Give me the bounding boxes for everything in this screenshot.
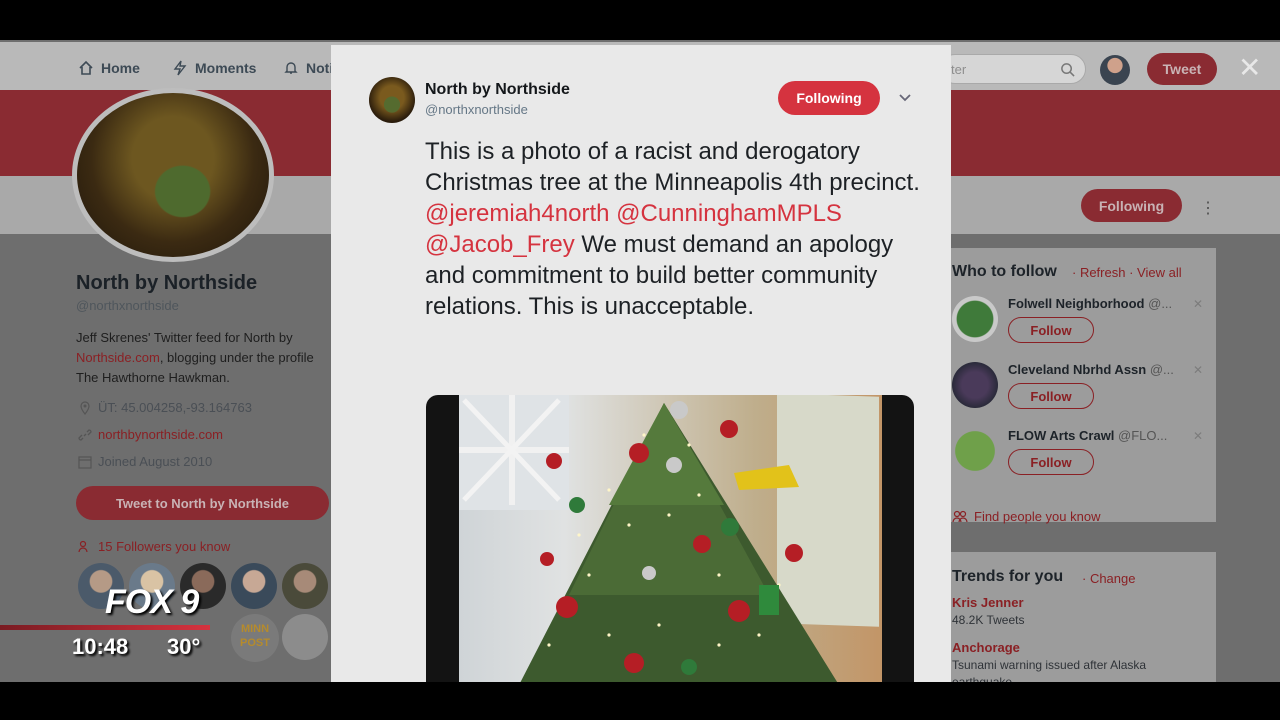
search-input[interactable]: ter — [940, 54, 1086, 84]
profile-name: North by Northside — [76, 272, 258, 294]
trends-title: Trends for you — [952, 568, 1064, 585]
mention-link[interactable]: @jeremiah4north — [425, 200, 609, 227]
follower-avatar[interactable] — [231, 563, 277, 609]
link-icon — [78, 428, 92, 441]
screen: Home Moments Noti ter Tweet Following ⋮ … — [0, 40, 1280, 682]
tweet-modal: North by Northside @northxnorthside Foll… — [331, 45, 951, 682]
people-icon — [78, 540, 88, 552]
suggestion-name-text: FLOW Arts Crawl — [1008, 428, 1115, 443]
mention-link[interactable]: @CunninghamMPLS — [616, 200, 842, 227]
broadcast-divider — [0, 625, 210, 630]
profile-handle[interactable]: @northxnorthside — [76, 298, 179, 313]
find-people-link[interactable]: Find people you know — [952, 509, 1100, 524]
tweet-photo[interactable] — [426, 395, 914, 682]
suggestion-avatar[interactable] — [952, 362, 998, 408]
location-text: ÜT: 45.004258,-93.164763 — [98, 400, 252, 415]
website-link[interactable]: northbynorthside.com — [98, 427, 223, 442]
tweet-text-part: This is a photo of a racist and derogato… — [425, 138, 920, 196]
user-avatar[interactable] — [1100, 55, 1130, 85]
follower-avatar[interactable] — [282, 614, 328, 660]
follower-avatar[interactable] — [282, 563, 328, 609]
who-to-follow-links: · Refresh · View all — [1072, 265, 1182, 280]
nav-notifications[interactable]: Noti — [283, 60, 333, 76]
suggestion-name[interactable]: Cleveland Nbrhd Assn @... — [1008, 362, 1174, 377]
trend-item-name[interactable]: Kris Jenner — [952, 595, 1024, 610]
profile-website[interactable]: northbynorthside.com — [78, 427, 223, 442]
christmas-tree-photo — [459, 395, 882, 682]
follow-button[interactable]: Follow — [1008, 317, 1094, 343]
nav-home[interactable]: Home — [78, 60, 140, 76]
calendar-icon — [78, 455, 92, 469]
chevron-down-icon[interactable] — [899, 92, 911, 104]
profile-bio: Jeff Skrenes' Twitter feed for North by … — [76, 328, 326, 388]
dismiss-icon[interactable]: ✕ — [1193, 297, 1203, 311]
view-all-link[interactable]: · View all — [1129, 265, 1182, 280]
tweet-author-name[interactable]: North by Northside — [425, 81, 570, 99]
suggestion-handle: @FLO... — [1118, 428, 1168, 443]
christmas-tree-icon — [520, 401, 838, 682]
channel-logo: FOX 9 — [105, 583, 199, 621]
profile-joined: Joined August 2010 — [78, 454, 212, 469]
home-icon — [79, 60, 93, 75]
who-to-follow-title: Who to follow — [952, 263, 1057, 280]
search-icon — [1061, 63, 1075, 77]
following-button[interactable]: Following — [778, 81, 880, 115]
nav-moments[interactable]: Moments — [172, 60, 256, 76]
trend-item-sub: Tsunami warning issued after Alaska eart… — [952, 658, 1147, 682]
trends-change-link[interactable]: · Change — [1082, 571, 1135, 586]
location-pin-icon — [80, 400, 90, 415]
nav-home-label: Home — [101, 60, 140, 76]
find-people-label: Find people you know — [974, 509, 1101, 524]
nav-moments-label: Moments — [195, 60, 257, 76]
nav-notifications-label: Noti — [306, 60, 334, 76]
broadcast-temperature: 30° — [167, 634, 201, 659]
more-options-icon[interactable]: ⋮ — [1200, 198, 1216, 218]
bio-link[interactable]: Northside.com — [76, 350, 160, 365]
bio-text: Jeff Skrenes' Twitter feed for North by — [76, 330, 293, 345]
suggestion-handle: @... — [1149, 362, 1174, 377]
dismiss-icon[interactable]: ✕ — [1193, 363, 1203, 377]
minnpost-avatar[interactable]: MINN POST — [231, 614, 279, 662]
dismiss-icon[interactable]: ✕ — [1193, 429, 1203, 443]
profile-avatar[interactable] — [72, 88, 274, 262]
follow-button[interactable]: Follow — [1008, 383, 1094, 409]
suggestion-handle: @... — [1148, 296, 1173, 311]
suggestion-name[interactable]: Folwell Neighborhood @... — [1008, 296, 1172, 311]
refresh-link[interactable]: · Refresh — [1072, 265, 1125, 280]
followers-you-know-link[interactable]: 15 Followers you know — [78, 539, 230, 554]
mention-link[interactable]: @Jacob_Frey — [425, 231, 575, 258]
followers-you-know-label: 15 Followers you know — [98, 539, 231, 554]
broadcast-time: 10:48 — [72, 634, 129, 659]
tweet-author-handle[interactable]: @northxnorthside — [425, 102, 528, 117]
tweet-button[interactable]: Tweet — [1147, 53, 1217, 85]
trend-item-sub: 48.2K Tweets — [952, 613, 1025, 627]
profile-following-button[interactable]: Following — [1081, 189, 1182, 222]
joined-text: Joined August 2010 — [98, 454, 213, 469]
suggestion-avatar[interactable] — [952, 296, 998, 342]
search-placeholder: ter — [951, 62, 967, 77]
trend-item-name[interactable]: Anchorage — [952, 640, 1020, 655]
people-icon — [952, 510, 968, 522]
suggestion-name-text: Folwell Neighborhood — [1008, 296, 1145, 311]
lightning-icon — [173, 60, 187, 76]
tweet-to-button[interactable]: Tweet to North by Northside — [76, 486, 329, 520]
suggestion-name[interactable]: FLOW Arts Crawl @FLO... — [1008, 428, 1167, 443]
tweet-text: This is a photo of a racist and derogato… — [425, 136, 925, 322]
follow-button[interactable]: Follow — [1008, 449, 1094, 475]
profile-location: ÜT: 45.004258,-93.164763 — [78, 400, 252, 415]
bell-icon — [284, 62, 298, 74]
tweet-author-avatar[interactable] — [369, 77, 415, 123]
suggestion-name-text: Cleveland Nbrhd Assn — [1008, 362, 1147, 377]
suggestion-avatar[interactable] — [952, 428, 998, 474]
close-icon[interactable]: ✕ — [1238, 54, 1261, 82]
